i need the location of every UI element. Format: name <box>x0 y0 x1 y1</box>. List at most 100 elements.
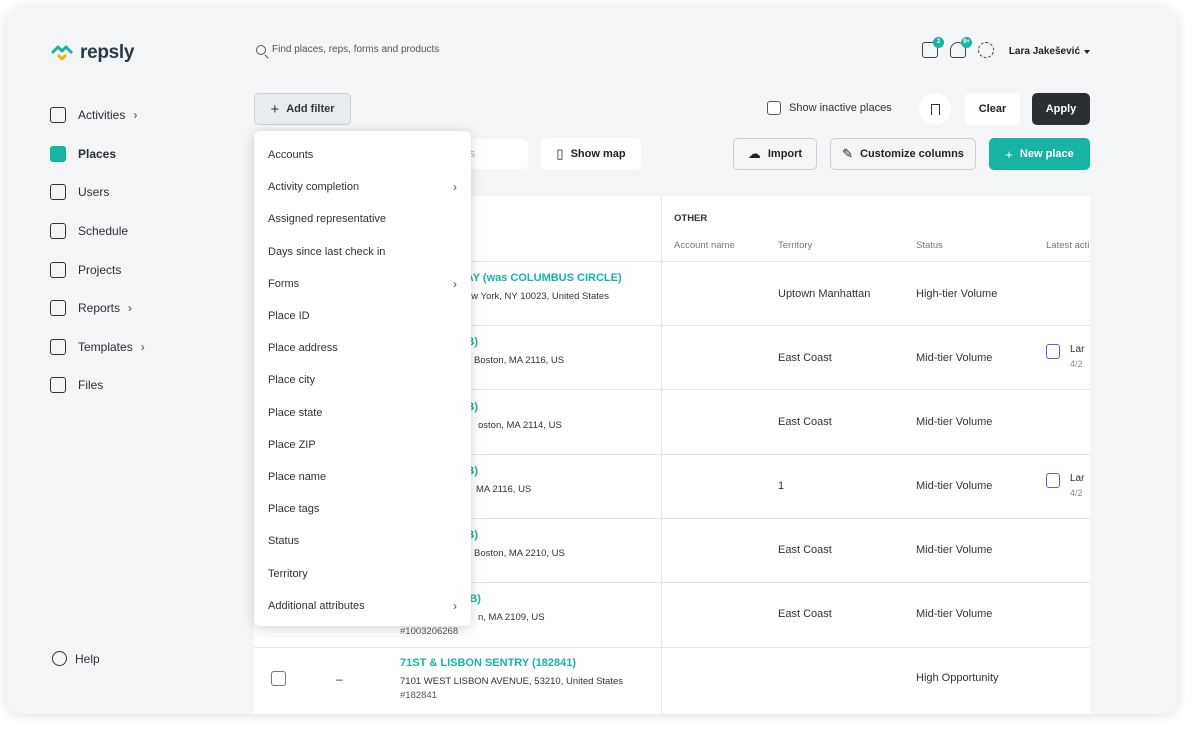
inbox-icon[interactable]: 2 <box>922 37 944 58</box>
territory-cell: East Coast <box>778 416 832 428</box>
place-name-link[interactable]: WAY (was COLUMBUS CIRCLE) <box>456 272 622 284</box>
filter-option-assigned-representative[interactable]: Assigned representative <box>254 203 471 235</box>
place-address: ew York, NY 10023, United States <box>466 291 609 302</box>
activity-user: Lar <box>1070 344 1085 355</box>
help-link[interactable]: Help <box>52 651 100 666</box>
filter-option-place-tags[interactable]: Place tags <box>254 493 471 525</box>
show-inactive-checkbox[interactable] <box>767 101 781 115</box>
filter-option-status[interactable]: Status <box>254 525 471 557</box>
save-filter-button[interactable] <box>919 93 951 125</box>
filter-option-days-since-last-check-in[interactable]: Days since last check in <box>254 236 471 268</box>
brand-name: repsly <box>80 42 135 63</box>
status-cell: Mid-tier Volume <box>916 544 993 556</box>
add-filter-button[interactable]: + Add filter <box>254 93 351 125</box>
filter-option-place-id[interactable]: Place ID <box>254 300 471 332</box>
territory-cell: East Coast <box>778 608 832 620</box>
reports-icon <box>50 300 66 317</box>
form-clipboard-icon <box>1046 344 1060 359</box>
territory-cell: Uptown Manhattan <box>778 288 871 300</box>
repsly-logo-mark <box>50 45 74 61</box>
customize-columns-button[interactable]: ✎ Customize columns <box>830 138 976 170</box>
row-checkbox[interactable] <box>271 671 286 686</box>
filter-option-territory[interactable]: Territory <box>254 557 471 589</box>
sidebar-item-schedule[interactable]: Schedule <box>50 212 210 251</box>
activities-icon <box>50 107 66 124</box>
import-button[interactable]: ☁ Import <box>733 138 817 170</box>
sidebar-item-places[interactable]: Places <box>50 135 210 174</box>
calendar-icon <box>50 223 66 240</box>
show-inactive-toggle[interactable]: Show inactive places <box>767 101 892 115</box>
place-name-link[interactable]: 71ST & LISBON SENTRY (182841) <box>400 657 576 669</box>
filter-option-place-zip[interactable]: Place ZIP <box>254 429 471 461</box>
plus-icon: + <box>1005 146 1013 162</box>
bookmark-icon <box>930 103 940 115</box>
place-address: 7101 WEST LISBON AVENUE, 53210, United S… <box>400 676 624 687</box>
filter-option-label: Place ID <box>268 310 310 323</box>
templates-icon <box>50 338 66 355</box>
row-dash: – <box>336 672 343 686</box>
filter-option-label: Territory <box>268 567 308 580</box>
sidebar-item-label: Reports <box>78 301 121 316</box>
latest-activity-cell[interactable]: Lar 4/2 <box>1046 473 1084 498</box>
global-search[interactable]: Find places, reps, forms and products <box>256 44 439 55</box>
filter-option-place-state[interactable]: Place state <box>254 397 471 429</box>
column-header-territory[interactable]: Territory <box>778 240 812 251</box>
clear-button[interactable]: Clear <box>965 93 1020 125</box>
sidebar-item-projects[interactable]: Projects <box>50 250 210 289</box>
sidebar-item-activities[interactable]: Activities › <box>50 96 210 135</box>
status-cell: Mid-tier Volume <box>916 480 993 492</box>
sidebar-item-label: Users <box>78 185 110 200</box>
sidebar-item-reports[interactable]: Reports › <box>50 289 210 328</box>
projects-icon <box>50 261 66 278</box>
filter-option-place-address[interactable]: Place address <box>254 332 471 364</box>
place-id: #1003206268 <box>400 626 459 637</box>
filter-option-label: Place state <box>268 406 323 419</box>
filter-option-additional-attributes[interactable]: Additional attributes › <box>254 590 471 622</box>
filter-option-place-city[interactable]: Place city <box>254 364 471 396</box>
sidebar-item-users[interactable]: Users <box>50 173 210 212</box>
places-icon <box>50 145 66 162</box>
apply-button[interactable]: Apply <box>1032 93 1090 125</box>
status-cell: Mid-tier Volume <box>916 352 993 364</box>
top-icons: 2 9+ <box>922 37 994 58</box>
repsly-logo[interactable]: repsly <box>50 42 134 64</box>
chevron-right-icon: › <box>453 180 457 195</box>
column-header-latest-activity[interactable]: Latest acti <box>1046 240 1089 251</box>
filter-option-label: Place address <box>268 342 338 355</box>
sidebar-item-templates[interactable]: Templates › <box>50 328 210 367</box>
column-header-status[interactable]: Status <box>916 240 943 251</box>
caret-down-icon <box>1084 49 1090 54</box>
map-icon: ▯ <box>556 146 564 161</box>
sidebar-item-files[interactable]: Files <box>50 366 210 405</box>
filter-option-accounts[interactable]: Accounts <box>254 139 471 171</box>
cloud-upload-icon: ☁ <box>747 146 761 161</box>
folder-icon <box>50 377 66 394</box>
filter-option-place-name[interactable]: Place name <box>254 461 471 493</box>
filter-option-activity-completion[interactable]: Activity completion › <box>254 171 471 203</box>
gear-icon[interactable] <box>978 42 994 58</box>
form-clipboard-icon <box>1046 473 1060 488</box>
show-map-button[interactable]: ▯ Show map <box>541 138 641 170</box>
territory-cell: East Coast <box>778 544 832 556</box>
activity-date: 4/2 <box>1070 488 1083 498</box>
filter-option-label: Status <box>268 535 300 548</box>
bell-icon[interactable]: 9+ <box>950 37 972 58</box>
latest-activity-cell[interactable]: Lar 4/2 <box>1046 344 1084 369</box>
user-menu[interactable]: Lara Jakešević <box>1009 46 1090 57</box>
place-address: oston, MA 2114, US <box>478 420 562 431</box>
place-address: Boston, MA 2210, US <box>474 548 565 559</box>
notifications-badge: 9+ <box>961 37 972 48</box>
filter-dropdown-menu: Accounts Activity completion › Assigned r… <box>254 131 471 626</box>
new-place-button[interactable]: + New place <box>989 138 1090 170</box>
filter-option-label: Place name <box>268 470 327 483</box>
chevron-right-icon: › <box>128 301 133 316</box>
chevron-right-icon: › <box>133 108 138 123</box>
column-header-account-name[interactable]: Account name <box>674 240 735 251</box>
row-divider <box>254 647 1090 648</box>
filter-option-forms[interactable]: Forms › <box>254 268 471 300</box>
status-cell: High Opportunity <box>916 672 999 684</box>
chevron-right-icon: › <box>453 276 457 291</box>
sidebar-item-label: Schedule <box>78 224 129 239</box>
status-cell: Mid-tier Volume <box>916 608 993 620</box>
sidebar-item-label: Places <box>78 146 117 161</box>
